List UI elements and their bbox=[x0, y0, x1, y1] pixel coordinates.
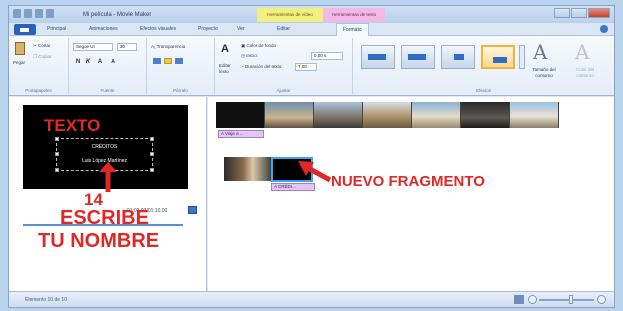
storyboard: A Viaje a ... A CRÉDI... bbox=[208, 97, 614, 291]
effects-group: A A Tamaño del contorno Color del contor… bbox=[353, 38, 614, 94]
align-right-icon[interactable] bbox=[175, 58, 183, 64]
clip-frame bbox=[510, 102, 559, 128]
effect-option-2[interactable] bbox=[401, 45, 435, 69]
credit-title-text: CRÉDITOS bbox=[91, 144, 118, 150]
ribbon-tabs: Principal Animaciones Efectos visuales P… bbox=[9, 23, 614, 37]
quick-access-toolbar bbox=[13, 9, 54, 18]
redo-icon[interactable] bbox=[46, 9, 54, 18]
paragraph-group-label: Párrafo bbox=[173, 88, 188, 93]
caption-tag-viaje[interactable]: A Viaje a ... bbox=[218, 130, 264, 138]
grow-font-button[interactable]: A bbox=[96, 58, 104, 66]
tab-ver[interactable]: Ver bbox=[237, 26, 245, 32]
italic-button[interactable]: K bbox=[84, 58, 92, 66]
fullscreen-icon[interactable] bbox=[188, 206, 197, 214]
context-tab-text-tools: Herramientas de texto bbox=[323, 8, 385, 22]
close-button[interactable] bbox=[588, 8, 610, 18]
effect-option-1[interactable] bbox=[361, 45, 395, 69]
background-color-button[interactable]: ▣ Color de fondo bbox=[241, 43, 276, 49]
clip-frame bbox=[314, 102, 363, 128]
paste-icon bbox=[15, 42, 25, 55]
copy-button[interactable]: ❐ Copiar bbox=[33, 54, 52, 60]
clip-frame bbox=[363, 102, 412, 128]
clip-strip-2[interactable] bbox=[224, 157, 272, 181]
effect-option-selected[interactable] bbox=[481, 45, 515, 69]
context-tab-video-tools: Herramientas de vídeo bbox=[257, 8, 323, 22]
clip-frame bbox=[265, 102, 314, 128]
zoom-in-icon[interactable] bbox=[597, 295, 606, 304]
bold-button[interactable]: N bbox=[74, 58, 82, 66]
window-title: Mi película - Movie Maker bbox=[83, 12, 152, 18]
clip-frame bbox=[216, 102, 265, 128]
window-controls bbox=[554, 8, 610, 18]
outline-color-icon: A bbox=[575, 40, 590, 64]
edit-text-icon: A bbox=[221, 43, 229, 55]
font-group: Segoe UI 30 N K A A Fuente bbox=[69, 38, 147, 94]
font-group-label: Fuente bbox=[100, 88, 115, 93]
app-icon bbox=[13, 9, 21, 18]
tab-proyecto[interactable]: Proyecto bbox=[198, 26, 218, 32]
clip-frame bbox=[412, 102, 461, 128]
annotation-tu-nombre: TU NOMBRE bbox=[38, 230, 160, 252]
app-window: Mi película - Movie Maker Herramientas d… bbox=[8, 5, 615, 308]
tab-editar[interactable]: Editar bbox=[277, 26, 290, 32]
effects-scroll[interactable] bbox=[519, 45, 525, 69]
shrink-font-button[interactable]: A bbox=[109, 58, 117, 66]
font-size-select[interactable]: 30 bbox=[117, 43, 137, 51]
monitor-icon[interactable] bbox=[514, 295, 524, 304]
adjust-group: A Editar texto ▣ Color de fondo ◷ Inicio… bbox=[215, 38, 353, 94]
duration-select[interactable]: 7,00 bbox=[295, 63, 317, 71]
clipboard-group: Pegar ✂ Cortar ❐ Copiar Portapapeles bbox=[9, 38, 69, 94]
outline-size-icon: A bbox=[533, 40, 548, 64]
status-bar: Elemento 10 de 10 bbox=[9, 291, 614, 307]
tab-principal[interactable]: Principal bbox=[47, 26, 66, 32]
maximize-button[interactable] bbox=[571, 8, 587, 18]
align-left-icon[interactable] bbox=[153, 58, 161, 64]
save-icon[interactable] bbox=[24, 9, 32, 18]
arrow-up-icon bbox=[99, 162, 117, 192]
paragraph-group: A₁ Transparencia Párrafo bbox=[147, 38, 215, 94]
tab-animaciones[interactable]: Animaciones bbox=[89, 26, 118, 32]
zoom-slider[interactable] bbox=[539, 299, 594, 301]
paste-button[interactable]: Pegar bbox=[13, 60, 25, 65]
zoom-out-icon[interactable] bbox=[528, 295, 537, 304]
undo-icon[interactable] bbox=[35, 9, 43, 18]
edit-text-button[interactable]: Editar texto bbox=[219, 63, 237, 75]
annotation-texto: TEXTO bbox=[44, 116, 101, 135]
cut-button[interactable]: ✂ Cortar bbox=[33, 43, 51, 49]
help-icon[interactable] bbox=[600, 25, 608, 33]
minimize-button[interactable] bbox=[554, 8, 570, 18]
clip-frame bbox=[461, 102, 510, 128]
start-time-input[interactable]: 0,00 s bbox=[311, 52, 343, 60]
effects-group-label: Efectos bbox=[475, 88, 491, 93]
annotation-nuevo-fragmento: NUEVO FRAGMENTO bbox=[331, 173, 485, 190]
preview-pane: CRÉDITOS Luis López Martínez 01:03,03/01… bbox=[9, 97, 207, 291]
status-item-count: Elemento 10 de 10 bbox=[25, 297, 67, 303]
annotation-escribe: ESCRIBE bbox=[60, 207, 149, 229]
outline-size-button[interactable]: Tamaño del contorno bbox=[525, 67, 563, 79]
app-menu-button[interactable] bbox=[14, 24, 36, 35]
font-family-select[interactable]: Segoe UI bbox=[73, 43, 113, 51]
outline-color-button[interactable]: Color del contorno bbox=[567, 67, 603, 79]
tab-formato[interactable]: Formato bbox=[336, 23, 369, 37]
caption-tag-creditos[interactable]: A CRÉDI... bbox=[271, 183, 315, 191]
clipboard-group-label: Portapapeles bbox=[25, 88, 52, 93]
title-bar: Mi película - Movie Maker Herramientas d… bbox=[9, 6, 614, 23]
transparency-button[interactable]: A₁ Transparencia bbox=[151, 44, 185, 49]
effect-option-3[interactable] bbox=[441, 45, 475, 69]
zoom-slider-thumb[interactable] bbox=[569, 295, 573, 304]
tab-efectos-visuales[interactable]: Efectos visuales bbox=[140, 26, 176, 32]
start-label: ◷ Inicio: bbox=[241, 53, 258, 58]
align-center-icon[interactable] bbox=[164, 58, 172, 64]
duration-label: ◔ Duración del texto: bbox=[241, 64, 283, 69]
clip-strip-1[interactable] bbox=[216, 102, 559, 128]
ribbon: Pegar ✂ Cortar ❐ Copiar Portapapeles Seg… bbox=[9, 36, 614, 96]
adjust-group-label: Ajustar bbox=[276, 88, 291, 93]
arrow-left-icon bbox=[298, 161, 332, 183]
